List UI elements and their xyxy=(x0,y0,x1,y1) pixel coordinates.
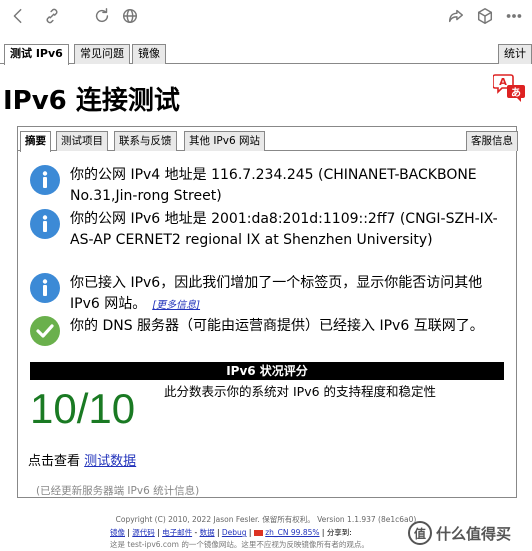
tab-contact[interactable]: 联系与反馈 xyxy=(114,131,177,151)
reload-icon[interactable] xyxy=(92,6,112,26)
cn-flag-icon xyxy=(253,530,263,536)
svg-text:A: A xyxy=(499,77,507,88)
watermark-logo-icon: 值 xyxy=(408,521,432,545)
tab-summary[interactable]: 摘要 xyxy=(20,131,51,152)
footer-links: 镜像 | 源代码 | 电子邮件 - 数据 | Debug | zh_CN 99.… xyxy=(110,528,352,537)
svg-text:あ: あ xyxy=(511,86,521,99)
footer-link-source[interactable]: 源代码 xyxy=(132,528,155,537)
score-value: 10/10 xyxy=(30,385,136,432)
globe-icon[interactable] xyxy=(120,6,140,26)
more-icon[interactable] xyxy=(504,6,524,26)
tab-tests[interactable]: 测试项目 xyxy=(56,131,108,151)
tab-other-sites[interactable]: 其他 IPv6 网站 xyxy=(184,131,265,151)
link-icon[interactable] xyxy=(42,6,62,26)
test-panel: 摘要 测试项目 联系与反馈 其他 IPv6 网站 客服信息 你的公网 IPv4 … xyxy=(17,126,518,498)
check-icon xyxy=(30,316,60,346)
footer-share: 分享到: xyxy=(326,528,352,537)
info-icon xyxy=(30,209,60,239)
dns-text: 你的 DNS 服务器（可能由运营商提供）已经接入 IPv6 互联网了。 xyxy=(70,318,484,334)
tab-client-info[interactable]: 客服信息 xyxy=(466,131,518,151)
more-info-link[interactable]: [更多信息] xyxy=(152,300,200,311)
browser-toolbar xyxy=(0,0,532,34)
footer-locale[interactable]: zh_CN 99.85% xyxy=(265,528,319,537)
detail-prefix: 点击查看 xyxy=(28,454,81,469)
score-description: 此分数表示你的系统对 IPv6 的支持程度和稳定性 xyxy=(164,384,437,399)
detail-line: 点击查看 测试数据 xyxy=(28,453,136,471)
back-icon[interactable] xyxy=(8,6,28,26)
extra-tab-text: 你已接入 IPv6，因此我们增加了一个标签页，显示你能否访问其他 IPv6 网站… xyxy=(70,273,510,316)
watermark-text: 什么值得买 xyxy=(436,524,512,543)
ipv6-text: 你的公网 IPv6 地址是 2001:da8:201d:1109::2ff7 (… xyxy=(70,211,498,248)
tab-test-ipv6[interactable]: 测试 IPv6 xyxy=(4,44,69,65)
page-title: IPv6 连接测试 xyxy=(3,86,180,116)
footer-mirror-note: 这是 test-ipv6.com 的一个镜像网站。这里不应视为反映镜像所有者的观… xyxy=(110,540,369,549)
extra-tab-body: 你已接入 IPv6，因此我们增加了一个标签页，显示你能否访问其他 IPv6 网站… xyxy=(70,275,483,312)
footer-link-data[interactable]: 数据 xyxy=(200,528,215,537)
watermark: 值 什么值得买 xyxy=(408,518,530,548)
score-header: IPv6 状况评分 xyxy=(30,362,504,380)
info-icon xyxy=(30,165,60,195)
share-icon[interactable] xyxy=(446,6,466,26)
panel-tab-strip: 摘要 测试项目 联系与反馈 其他 IPv6 网站 客服信息 xyxy=(18,131,518,152)
cube-icon[interactable] xyxy=(475,6,495,26)
stats-footnote: (已经更新服务器端 IPv6 统计信息) xyxy=(36,485,200,497)
tab-faq[interactable]: 常见问题 xyxy=(74,44,130,64)
test-data-link[interactable]: 测试数据 xyxy=(84,454,136,469)
footer-link-mirror[interactable]: 镜像 xyxy=(110,528,125,537)
tab-mirror[interactable]: 镜像 xyxy=(132,44,166,64)
top-tab-strip: 测试 IPv6 常见问题 镜像 统计 xyxy=(0,42,532,65)
footer-link-debug[interactable]: Debug xyxy=(222,528,247,537)
tab-stats[interactable]: 统计 xyxy=(498,44,532,64)
info-icon xyxy=(30,273,60,303)
translate-icon[interactable]: A あ xyxy=(492,73,527,103)
footer-link-email[interactable]: 电子邮件 xyxy=(162,528,192,537)
ipv4-text: 你的公网 IPv4 地址是 116.7.234.245 (CHINANET-BA… xyxy=(70,167,477,204)
